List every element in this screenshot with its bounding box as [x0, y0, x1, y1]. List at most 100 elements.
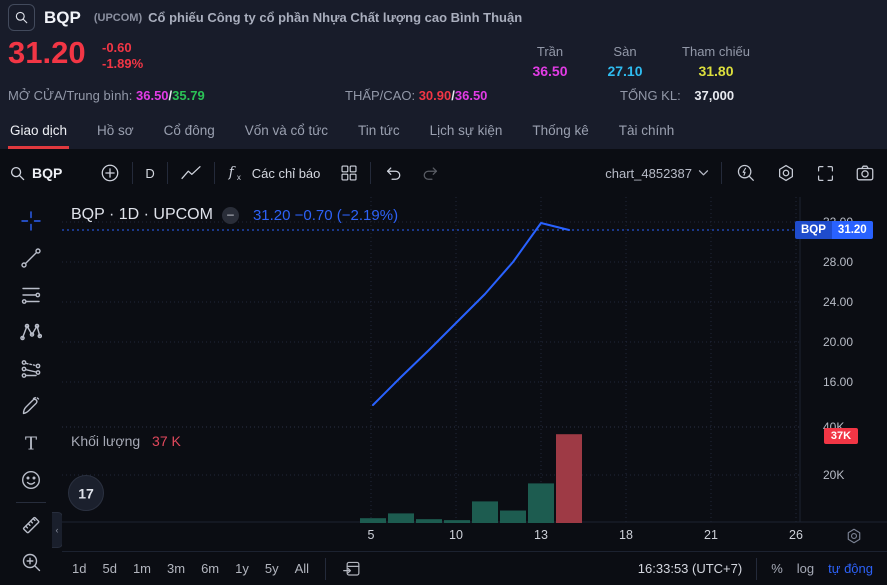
trend-line-icon[interactable]	[20, 247, 42, 269]
quote-panel: 31.20 -0.60 -1.89% Trần 36.50 Sàn 27.10 …	[0, 35, 887, 112]
volume-axis-label: 20K	[823, 468, 844, 482]
indicators-button[interactable]: fx Các chỉ báo	[227, 163, 321, 183]
volume-bar	[360, 518, 386, 523]
range-1m[interactable]: 1m	[133, 561, 151, 576]
tab-thong-ke[interactable]: Thống kê	[532, 112, 588, 149]
tab-lich-su-kien[interactable]: Lịch sự kiện	[430, 112, 503, 149]
tab-ho-so[interactable]: Hồ sơ	[97, 112, 134, 149]
forecast-icon[interactable]	[20, 358, 42, 380]
reference-label: Tham chiếu	[663, 44, 769, 59]
chevron-down-icon	[698, 169, 709, 177]
last-price: 31.20	[8, 35, 86, 71]
xabcd-pattern-icon[interactable]	[20, 321, 42, 343]
brush-icon[interactable]	[20, 395, 42, 417]
svg-text:17: 17	[78, 486, 94, 502]
low-value: 30.90	[419, 88, 452, 103]
svg-text:x: x	[237, 173, 241, 182]
volume-bar	[472, 501, 498, 523]
volume-axis-badge: 37K	[824, 428, 858, 444]
total-volume-stat: TỔNG KL: 37,000	[620, 88, 734, 103]
chart-legend: BQP · 1D · UPCOM – 31.20 −0.70 (−2.19%)	[71, 206, 398, 224]
open-average-stat: MỞ CỬA/Trung bình: 36.50/35.79	[8, 88, 205, 103]
tab-tin-tuc[interactable]: Tin tức	[358, 112, 400, 149]
interval-label: D	[145, 166, 154, 181]
tab-tai-chinh[interactable]: Tài chính	[619, 112, 675, 149]
chart-symbol-button[interactable]: BQP	[10, 165, 62, 181]
range-5d[interactable]: 5d	[102, 561, 116, 576]
zoom-in-icon[interactable]	[20, 551, 42, 573]
redo-button[interactable]	[421, 164, 441, 182]
settings-hexagon-icon[interactable]	[776, 163, 796, 183]
ceiling-column: Trần 36.50	[515, 44, 585, 79]
chart-name-menu[interactable]: chart_4852387	[605, 166, 709, 181]
badge-symbol: BQP	[795, 221, 832, 239]
search-icon	[10, 166, 25, 181]
fullscreen-icon[interactable]	[816, 164, 835, 183]
go-to-date-icon[interactable]	[342, 559, 361, 578]
chart-toolbar: BQP D fx Các chỉ báo chart_4852387	[0, 149, 887, 198]
toolbar-divider	[721, 162, 722, 184]
chart-type-button[interactable]	[180, 164, 202, 182]
total-volume-value: 37,000	[694, 88, 734, 103]
drawing-toolbar: T ‹	[0, 197, 63, 585]
volume-bar	[444, 520, 470, 523]
legend-values: 31.20 −0.70 (−2.19%)	[253, 207, 398, 224]
tradingview-logo[interactable]: 17	[67, 474, 105, 512]
price-axis-label: 16.00	[823, 375, 853, 389]
tab-giao-dich[interactable]: Giao dịch	[10, 112, 67, 149]
axis-settings-icon[interactable]	[845, 527, 863, 545]
emoji-icon[interactable]	[20, 469, 42, 491]
volume-bar	[500, 511, 526, 523]
average-value: 35.79	[172, 88, 205, 103]
page-tabs: Giao dịch Hồ sơ Cổ đông Vốn và cổ tức Tin tứ…	[0, 112, 887, 149]
volume-bar	[528, 483, 554, 523]
undo-button[interactable]	[383, 164, 403, 182]
compare-add-button[interactable]	[100, 163, 120, 183]
open-average-label: MỞ CỬA/Trung bình:	[8, 88, 132, 103]
fib-retracement-icon[interactable]	[20, 284, 42, 306]
range-1y[interactable]: 1y	[235, 561, 249, 576]
ceiling-value: 36.50	[515, 63, 585, 79]
time-axis-label: 10	[449, 528, 463, 542]
chart-area[interactable]: 16.0020.0024.0028.0032.0020K40K510131821…	[62, 197, 887, 551]
legend-title[interactable]: BQP · 1D · UPCOM	[71, 206, 213, 224]
time-range-bar: 1d 5d 1m 3m 6m 1y 5y All 16:33:53 (UTC+7) % log…	[62, 551, 887, 585]
time-axis-label: 21	[704, 528, 718, 542]
tab-von-va-co-tuc[interactable]: Vốn và cổ tức	[245, 112, 328, 149]
volume-legend: Khối lượng 37 K	[71, 433, 181, 449]
quick-search-icon[interactable]	[736, 163, 756, 183]
range-3m[interactable]: 3m	[167, 561, 185, 576]
plus-circle-icon	[100, 163, 120, 183]
auto-scale-button[interactable]: tự động	[828, 561, 873, 576]
hide-series-button[interactable]: –	[222, 207, 239, 224]
range-6m[interactable]: 6m	[201, 561, 219, 576]
tab-co-dong[interactable]: Cổ đông	[164, 112, 215, 149]
toolbar-divider	[167, 162, 168, 184]
ruler-icon[interactable]	[20, 514, 42, 536]
volume-label[interactable]: Khối lượng	[71, 433, 140, 449]
price-axis-label: 28.00	[823, 255, 853, 269]
change-value: -0.60	[102, 40, 143, 56]
range-all[interactable]: All	[295, 561, 309, 576]
symbol-search-button[interactable]	[8, 4, 35, 31]
time-axis-label: 5	[368, 528, 375, 542]
time-axis-label: 13	[534, 528, 548, 542]
range-5y[interactable]: 5y	[265, 561, 279, 576]
line-chart-type-icon	[180, 164, 202, 182]
floor-column: Sàn 27.10	[592, 44, 658, 79]
crosshair-icon[interactable]	[20, 210, 42, 232]
clock[interactable]: 16:33:53 (UTC+7)	[638, 561, 742, 576]
log-scale-button[interactable]: log	[797, 561, 814, 576]
text-tool-icon[interactable]: T	[20, 432, 42, 454]
percent-scale-button[interactable]: %	[771, 561, 783, 576]
toolbar-divider	[16, 502, 46, 503]
camera-icon[interactable]	[855, 163, 875, 183]
range-1d[interactable]: 1d	[72, 561, 86, 576]
interval-button[interactable]: D	[145, 166, 154, 181]
layout-button[interactable]	[340, 164, 358, 182]
price-volume-chart[interactable]: 16.0020.0024.0028.0032.0020K40K510131821…	[62, 197, 887, 551]
reference-value: 31.80	[663, 63, 769, 79]
svg-text:f: f	[228, 165, 236, 181]
price-axis-label: 20.00	[823, 335, 853, 349]
redo-icon	[421, 164, 441, 182]
